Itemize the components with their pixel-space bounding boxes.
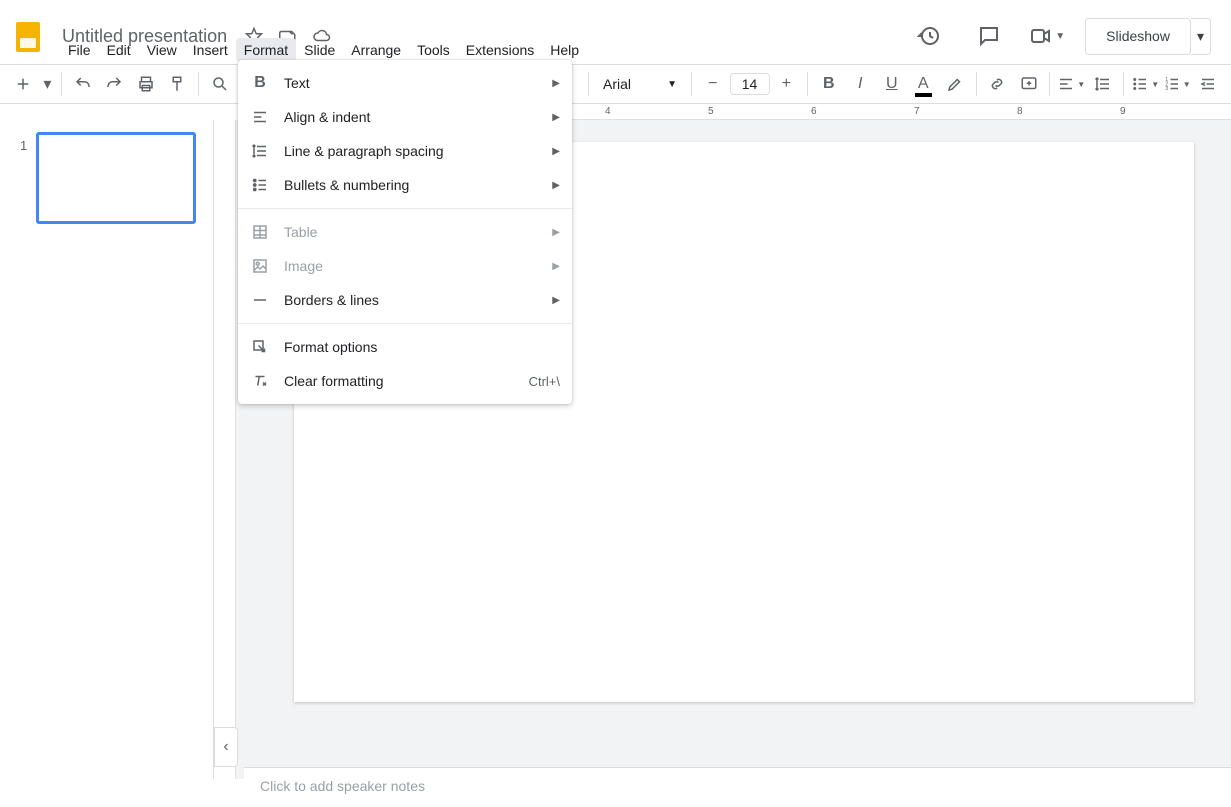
highlight-color-button[interactable] bbox=[940, 69, 970, 99]
dropdown-spacing-label: Line & paragraph spacing bbox=[284, 143, 444, 159]
menu-help[interactable]: Help bbox=[542, 38, 587, 62]
ruler-mark: 7 bbox=[914, 106, 920, 117]
text-color-button[interactable]: A bbox=[909, 69, 939, 99]
table-icon bbox=[250, 222, 270, 242]
align-button[interactable]: ▼ bbox=[1056, 69, 1086, 99]
menu-extensions[interactable]: Extensions bbox=[458, 38, 542, 62]
menu-format[interactable]: Format bbox=[236, 38, 296, 62]
svg-text:3: 3 bbox=[1165, 86, 1168, 92]
dropdown-text[interactable]: B Text ▶ bbox=[238, 66, 572, 100]
chevron-right-icon: ▶ bbox=[552, 227, 560, 238]
slideshow-button[interactable]: Slideshow bbox=[1085, 18, 1191, 55]
chevron-right-icon: ▶ bbox=[552, 78, 560, 89]
dropdown-borders-label: Borders & lines bbox=[284, 292, 379, 308]
vertical-ruler bbox=[214, 120, 236, 779]
font-name-label: Arial bbox=[603, 76, 631, 92]
dropdown-table: Table ▶ bbox=[238, 215, 572, 249]
ruler-mark: 5 bbox=[708, 106, 714, 117]
dropdown-separator bbox=[238, 323, 572, 324]
chevron-right-icon: ▶ bbox=[552, 180, 560, 191]
line-spacing-button[interactable] bbox=[1088, 69, 1118, 99]
app-logo[interactable] bbox=[8, 16, 48, 56]
dropdown-bullets-numbering[interactable]: Bullets & numbering ▶ bbox=[238, 168, 572, 202]
speaker-notes-placeholder: Click to add speaker notes bbox=[260, 778, 425, 794]
zoom-button[interactable] bbox=[205, 69, 235, 99]
slide-number: 1 bbox=[20, 138, 27, 153]
dropdown-image: Image ▶ bbox=[238, 249, 572, 283]
dropdown-image-label: Image bbox=[284, 258, 323, 274]
dropdown-text-label: Text bbox=[284, 75, 310, 91]
ruler-mark: 9 bbox=[1120, 106, 1126, 117]
redo-button[interactable] bbox=[100, 69, 130, 99]
bullets-icon bbox=[250, 175, 270, 195]
dropdown-separator bbox=[238, 208, 572, 209]
font-family-select[interactable]: Arial▼ bbox=[595, 72, 685, 96]
slideshow-dropdown-button[interactable]: ▾ bbox=[1191, 18, 1211, 55]
italic-button[interactable]: I bbox=[846, 69, 876, 99]
numbered-list-button[interactable]: 123▼ bbox=[1162, 69, 1192, 99]
speaker-notes-area[interactable]: Click to add speaker notes bbox=[244, 767, 1231, 807]
dropdown-clear-formatting[interactable]: Clear formatting Ctrl+\ bbox=[238, 364, 572, 398]
menu-slide[interactable]: Slide bbox=[296, 38, 343, 62]
decrease-indent-button[interactable] bbox=[1193, 69, 1223, 99]
font-size-input[interactable] bbox=[730, 73, 770, 95]
menu-arrange[interactable]: Arrange bbox=[343, 38, 409, 62]
paint-format-button[interactable] bbox=[163, 69, 193, 99]
spacing-icon bbox=[250, 141, 270, 161]
line-icon bbox=[250, 290, 270, 310]
menu-view[interactable]: View bbox=[139, 38, 185, 62]
meet-icon[interactable]: ▼ bbox=[1029, 16, 1065, 56]
toolbar: ▾ Arial▼ − + B I U A ▼ ▼ 123▼ bbox=[0, 64, 1231, 104]
chevron-right-icon: ▶ bbox=[552, 295, 560, 306]
menu-insert[interactable]: Insert bbox=[185, 38, 236, 62]
undo-button[interactable] bbox=[68, 69, 98, 99]
ruler-mark: 8 bbox=[1017, 106, 1023, 117]
chevron-right-icon: ▶ bbox=[552, 261, 560, 272]
dropdown-table-label: Table bbox=[284, 224, 317, 240]
bold-button[interactable]: B bbox=[814, 69, 844, 99]
format-dropdown-menu: B Text ▶ Align & indent ▶ Line & paragra… bbox=[238, 60, 572, 404]
history-icon[interactable] bbox=[909, 16, 949, 56]
chevron-right-icon: ▶ bbox=[552, 112, 560, 123]
align-icon bbox=[250, 107, 270, 127]
insert-link-button[interactable] bbox=[982, 69, 1012, 99]
decrease-font-size-button[interactable]: − bbox=[698, 69, 728, 99]
slideshow-label: Slideshow bbox=[1106, 28, 1170, 44]
menu-edit[interactable]: Edit bbox=[99, 38, 139, 62]
insert-comment-button[interactable] bbox=[1014, 69, 1044, 99]
menu-file[interactable]: File bbox=[60, 38, 99, 62]
slide-thumbnail-1[interactable] bbox=[36, 132, 196, 224]
dropdown-format-options-label: Format options bbox=[284, 339, 377, 355]
dropdown-line-spacing[interactable]: Line & paragraph spacing ▶ bbox=[238, 134, 572, 168]
new-slide-dropdown[interactable]: ▾ bbox=[40, 69, 56, 99]
comments-icon[interactable] bbox=[969, 16, 1009, 56]
collapse-thumbnails-button[interactable]: ‹ bbox=[214, 727, 238, 767]
menu-tools[interactable]: Tools bbox=[409, 38, 458, 62]
dropdown-align-indent[interactable]: Align & indent ▶ bbox=[238, 100, 572, 134]
dropdown-bullets-label: Bullets & numbering bbox=[284, 177, 409, 193]
format-options-icon bbox=[250, 337, 270, 357]
main-area: 1 ‹ bbox=[0, 120, 1231, 779]
clear-formatting-icon bbox=[250, 371, 270, 391]
bulleted-list-button[interactable]: ▼ bbox=[1130, 69, 1160, 99]
dropdown-borders-lines[interactable]: Borders & lines ▶ bbox=[238, 283, 572, 317]
dropdown-shortcut: Ctrl+\ bbox=[529, 374, 560, 389]
dropdown-clear-label: Clear formatting bbox=[284, 373, 384, 389]
dropdown-format-options[interactable]: Format options bbox=[238, 330, 572, 364]
new-slide-button[interactable] bbox=[8, 69, 38, 99]
ruler-mark: 6 bbox=[811, 106, 817, 117]
bold-icon: B bbox=[250, 73, 270, 93]
chevron-right-icon: ▶ bbox=[552, 146, 560, 157]
image-icon bbox=[250, 256, 270, 276]
ruler-mark: 4 bbox=[605, 106, 611, 117]
thumbnail-panel: 1 bbox=[0, 120, 214, 779]
increase-font-size-button[interactable]: + bbox=[772, 69, 802, 99]
print-button[interactable] bbox=[131, 69, 161, 99]
dropdown-align-label: Align & indent bbox=[284, 109, 370, 125]
underline-button[interactable]: U bbox=[877, 69, 907, 99]
